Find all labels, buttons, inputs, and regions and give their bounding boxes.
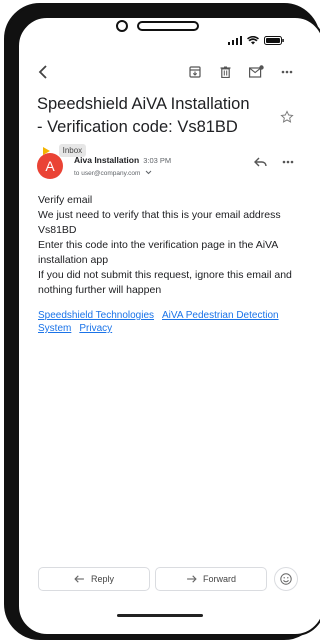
email-subject-block: Speedshield AiVA Installation - Verifica… — [37, 93, 252, 162]
reply-quick-button[interactable] — [253, 156, 267, 168]
signal-icon — [228, 36, 242, 45]
delete-button[interactable] — [218, 65, 232, 79]
body-line: Verify email — [38, 194, 93, 206]
verification-code: Vs81BD — [38, 224, 77, 236]
back-button[interactable] — [35, 64, 49, 80]
email-subject: Speedshield AiVA Installation - Verifica… — [37, 95, 250, 136]
body-line: We just need to verify that this is your… — [38, 209, 281, 221]
speaker-notch — [137, 21, 199, 31]
body-line: Enter this code into the verification pa… — [38, 239, 278, 266]
chevron-down-icon — [145, 170, 152, 175]
forward-button[interactable]: Forward — [155, 567, 267, 591]
home-indicator[interactable] — [117, 614, 203, 617]
archive-icon — [189, 66, 201, 78]
email-body: Verify email We just need to verify that… — [38, 193, 298, 298]
recipient-line[interactable]: to user@company.com — [74, 170, 152, 177]
reply-icon — [253, 157, 267, 167]
link-speedshield[interactable]: Speedshield Technologies — [38, 310, 154, 321]
recipient-text: to user@company.com — [74, 170, 141, 177]
battery-icon — [264, 36, 284, 45]
archive-button[interactable] — [188, 65, 202, 79]
status-bar — [228, 36, 284, 45]
sender-line: Aiva Installation 3:03 PM — [74, 155, 171, 165]
body-line: If you did not submit this request, igno… — [38, 269, 292, 296]
mark-unread-icon — [248, 65, 264, 78]
message-more-button[interactable] — [281, 158, 295, 166]
back-arrow-icon — [38, 65, 47, 79]
email-time: 3:03 PM — [143, 156, 172, 165]
more-vert-icon — [281, 70, 293, 74]
wifi-icon — [247, 36, 259, 45]
reply-icon — [74, 575, 84, 583]
star-icon — [280, 110, 294, 123]
delete-icon — [220, 66, 230, 78]
more-options-button[interactable] — [280, 65, 294, 79]
link-privacy[interactable]: Privacy — [79, 323, 112, 334]
camera-notch — [116, 20, 128, 32]
reply-label: Reply — [90, 574, 114, 584]
more-horiz-icon — [282, 160, 294, 164]
emoji-reaction-button[interactable] — [274, 567, 298, 591]
reply-button[interactable]: Reply — [38, 567, 150, 591]
emoji-icon — [280, 573, 292, 585]
sender-name: Aiva Installation — [74, 155, 140, 165]
sender-avatar[interactable]: A — [37, 153, 63, 179]
star-button[interactable] — [279, 109, 295, 125]
footer-links: Speedshield Technologies AiVA Pedestrian … — [38, 309, 288, 335]
forward-label: Forward — [202, 574, 236, 584]
forward-icon — [187, 575, 197, 583]
mark-unread-button[interactable] — [248, 64, 264, 79]
